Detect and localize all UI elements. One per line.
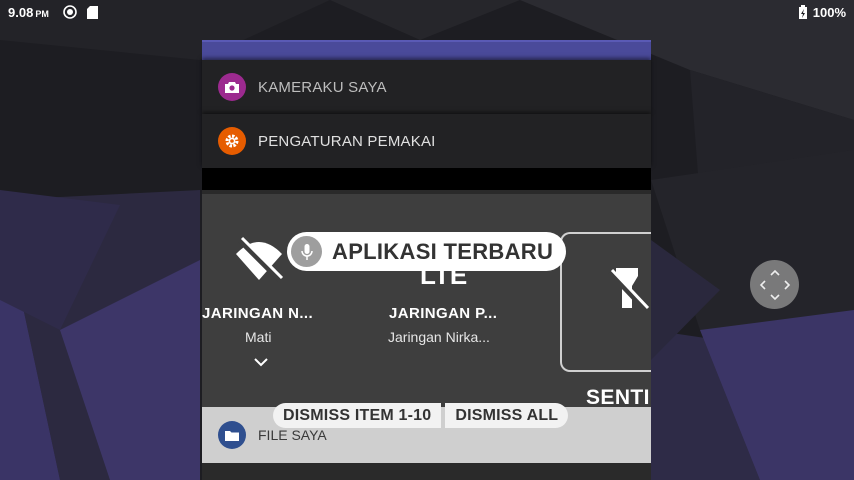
flashlight-off-icon [607, 264, 650, 317]
status-bar: 9.08 PM 100% [0, 0, 854, 24]
folder-icon [218, 421, 246, 449]
recent-card-label: PENGATURAN PEMAKAI [258, 132, 436, 150]
floating-navigation-button[interactable] [750, 260, 799, 309]
battery-percent: 100% [812, 4, 846, 20]
sync-icon [63, 5, 77, 19]
camera-icon [218, 73, 246, 101]
chevron-down-icon[interactable] [254, 354, 268, 372]
dismiss-items-button[interactable]: DISMISS ITEM 1-10 [273, 403, 442, 428]
mobile-tile-status: Jaringan Nirka... [388, 329, 490, 345]
directional-arrows-icon [757, 267, 793, 303]
wifi-tile-label: JARINGAN N... [202, 305, 314, 322]
battery-icon [798, 5, 807, 19]
recent-card-quick-settings[interactable]: JARINGAN N... Mati LTE JARINGAN P... Jar… [202, 190, 651, 420]
mobile-tile-label: JARINGAN P... [389, 305, 498, 322]
recents-title: APLIKASI TERBARU [332, 238, 554, 264]
wifi-tile-status: Mati [245, 329, 272, 345]
clock: 9.08 PM [8, 4, 49, 20]
recent-card-camera[interactable]: KAMERAKU SAYA [202, 60, 651, 114]
recent-card-settings[interactable]: PENGATURAN PEMAKAI [202, 114, 651, 168]
recent-card-label: KAMERAKU SAYA [258, 78, 387, 96]
settings-gear-icon [218, 127, 246, 155]
recent-card-label: FILE SAYA [258, 427, 327, 443]
recents-title-chip: APLIKASI TERBARU [287, 232, 566, 271]
card-separator [202, 168, 651, 190]
wifi-off-icon [234, 236, 284, 287]
microphone-icon[interactable] [291, 236, 322, 267]
sdcard-icon [86, 5, 98, 19]
dismiss-all-button[interactable]: DISMISS ALL [445, 403, 569, 428]
recent-card-bottom[interactable] [202, 463, 651, 480]
recent-card-top-strip[interactable] [202, 40, 651, 60]
dismiss-controls: DISMISS ITEM 1-10 DISMISS ALL [273, 403, 569, 428]
